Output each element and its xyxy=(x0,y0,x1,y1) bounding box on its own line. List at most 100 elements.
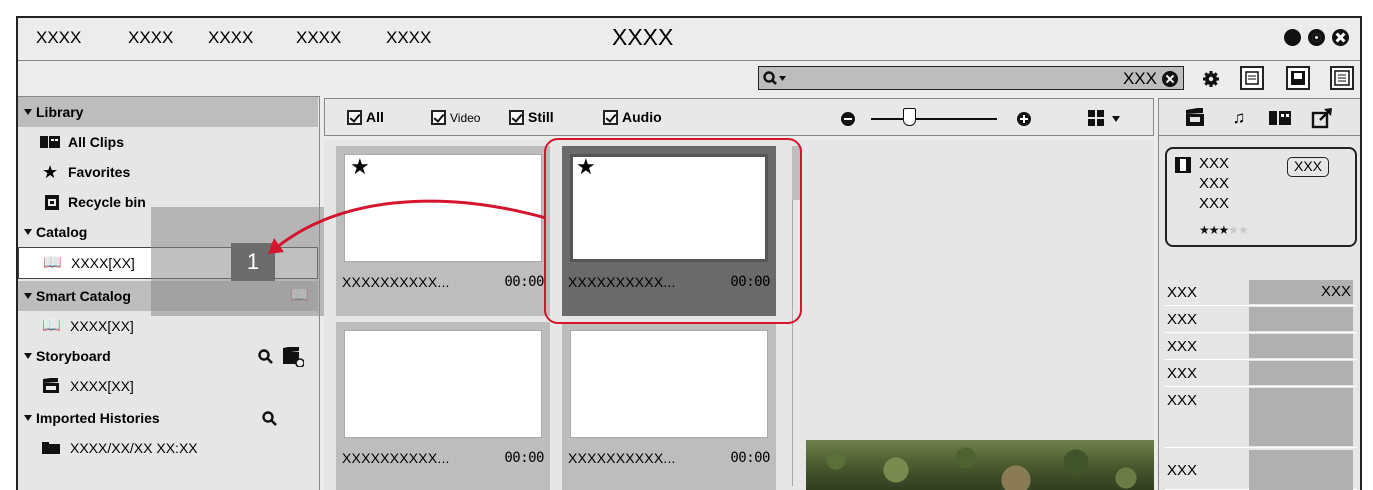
selection-highlight xyxy=(544,138,802,324)
preview-panel xyxy=(806,140,1154,490)
info-line-2: XXX xyxy=(1199,175,1230,192)
search-icon[interactable] xyxy=(763,71,787,87)
collapse-icon[interactable] xyxy=(24,353,32,359)
clip-thumbnail-image xyxy=(570,330,768,438)
property-row: XXX xyxy=(1165,334,1357,360)
imported-histories-header[interactable]: Imported Histories xyxy=(18,403,318,433)
collapse-icon[interactable] xyxy=(24,229,32,235)
collapse-icon[interactable] xyxy=(24,109,32,115)
smart-catalog-header-label: Smart Catalog xyxy=(36,288,131,304)
library-header-label: Library xyxy=(36,104,84,120)
folder-icon xyxy=(42,442,60,454)
menu-item-1[interactable]: XXXX xyxy=(36,28,81,48)
maximize-icon[interactable] xyxy=(1308,29,1325,46)
search-icon[interactable] xyxy=(258,349,274,365)
recycle-bin-icon xyxy=(45,195,59,210)
properties-toolbar: ♫ xyxy=(1159,98,1360,136)
clapperboard-icon xyxy=(43,378,59,393)
info-badge[interactable]: XXX xyxy=(1287,157,1330,177)
layout-preview-icon[interactable] xyxy=(1286,66,1310,90)
property-value[interactable] xyxy=(1249,388,1353,446)
property-value[interactable] xyxy=(1249,334,1353,358)
layout-list-icon[interactable] xyxy=(1240,66,1264,90)
music-note-icon[interactable]: ♫ xyxy=(1227,107,1251,129)
search-value: XXX xyxy=(1122,69,1157,88)
property-key: XXX xyxy=(1167,365,1198,382)
search-input[interactable]: XXX xyxy=(758,66,1184,90)
tree-item-all-clips[interactable]: All Clips xyxy=(18,127,318,157)
filter-all-checkbox[interactable]: All xyxy=(347,109,384,125)
clip-duration: 00:00 xyxy=(504,274,544,290)
clip-thumbnail-image xyxy=(344,330,542,438)
clip-info-box: XXX XXX XXX XXX ★★★★★ xyxy=(1165,147,1357,247)
properties-panel: ♫ XXX XXX XXX XXX ★★★★★ XXX XXX XXX XXX … xyxy=(1158,98,1360,490)
imported-histories-item[interactable]: XXXX/XX/XX XX:XX xyxy=(18,433,318,463)
collapse-icon[interactable] xyxy=(24,415,32,421)
menu-item-2[interactable]: XXXX xyxy=(128,28,173,48)
preview-image xyxy=(806,440,1154,490)
imported-histories-item-label: XXXX/XX/XX XX:XX xyxy=(70,440,198,456)
filter-video-checkbox[interactable]: Video xyxy=(431,109,480,125)
clip-name: XXXXXXXXXX... xyxy=(342,450,450,466)
storyboard-item[interactable]: XXXX[XX] xyxy=(18,371,318,401)
zoom-out-icon[interactable] xyxy=(841,112,855,126)
clapperboard-icon[interactable] xyxy=(1185,108,1207,128)
storyboard-header[interactable]: Storyboard xyxy=(18,341,318,371)
view-grid-icon[interactable] xyxy=(1088,110,1104,126)
recycle-bin-label: Recycle bin xyxy=(68,194,146,210)
property-value[interactable]: XXX xyxy=(1249,280,1353,304)
property-key: XXX xyxy=(1167,284,1198,301)
property-row: XXX xyxy=(1165,388,1357,448)
smart-catalog-item-label: XXXX[XX] xyxy=(70,318,134,334)
menu-item-4[interactable]: XXXX xyxy=(296,28,341,48)
library-header[interactable]: Library xyxy=(18,97,318,127)
menu-bar: XXXX XXXX XXXX XXXX XXXX XXXX xyxy=(18,18,1360,60)
collapse-icon[interactable] xyxy=(24,293,32,299)
clip-thumbnail[interactable]: XXXXXXXXXX... 00:00 xyxy=(336,322,550,490)
add-storyboard-icon[interactable] xyxy=(282,347,304,367)
rating-stars[interactable]: ★★★★★ xyxy=(1199,223,1249,237)
filter-audio-checkbox[interactable]: Audio xyxy=(603,109,662,125)
star-icon: ★ xyxy=(42,162,59,182)
settings-gear-icon[interactable] xyxy=(1202,70,1220,88)
menu-item-5[interactable]: XXXX xyxy=(386,28,431,48)
clear-search-icon[interactable] xyxy=(1162,71,1178,87)
filter-still-checkbox[interactable]: Still xyxy=(509,109,554,125)
property-value[interactable] xyxy=(1249,307,1353,331)
zoom-slider-thumb[interactable] xyxy=(903,108,916,126)
clip-export-icon[interactable] xyxy=(1269,109,1291,127)
storyboard-item-label: XXXX[XX] xyxy=(70,378,134,394)
catalog-item-label: XXXX[XX] xyxy=(71,255,135,271)
close-icon[interactable] xyxy=(1332,29,1349,46)
search-icon[interactable] xyxy=(262,411,278,427)
info-line-1: XXX xyxy=(1199,155,1230,172)
all-clips-label: All Clips xyxy=(68,134,125,150)
clip-name: XXXXXXXXXX... xyxy=(342,274,450,290)
property-value[interactable] xyxy=(1249,361,1353,385)
property-row: XXX XXX xyxy=(1165,280,1357,306)
app-window: XXXX XXXX XXXX XXXX XXXX XXXX XXX Librar… xyxy=(16,16,1362,490)
chevron-down-icon[interactable] xyxy=(1112,116,1120,122)
property-key: XXX xyxy=(1167,392,1198,409)
filter-toolbar: All Video Still Audio xyxy=(324,98,1154,136)
film-icon xyxy=(1175,157,1191,173)
clip-thumbnail[interactable]: XXXXXXXXXX... 00:00 xyxy=(562,322,776,490)
property-value[interactable] xyxy=(1249,450,1353,490)
layout-details-icon[interactable] xyxy=(1330,66,1354,90)
clip-duration: 00:00 xyxy=(504,450,544,466)
storyboard-header-label: Storyboard xyxy=(36,348,111,364)
zoom-slider-track[interactable] xyxy=(871,118,997,120)
zoom-in-icon[interactable] xyxy=(1017,112,1031,126)
all-clips-icon xyxy=(40,136,60,148)
favorite-star-icon: ★ xyxy=(350,154,370,179)
filter-audio-label: Audio xyxy=(622,109,662,125)
menu-item-3[interactable]: XXXX xyxy=(208,28,253,48)
catalog-header-label: Catalog xyxy=(36,224,88,240)
minimize-icon[interactable] xyxy=(1284,29,1301,46)
clip-name: XXXXXXXXXX... xyxy=(568,450,676,466)
clip-duration: 00:00 xyxy=(730,450,770,466)
export-icon[interactable] xyxy=(1311,107,1333,129)
filter-still-label: Still xyxy=(528,109,554,125)
main-toolbar: XXX xyxy=(18,60,1360,96)
property-row: XXX xyxy=(1165,307,1357,333)
